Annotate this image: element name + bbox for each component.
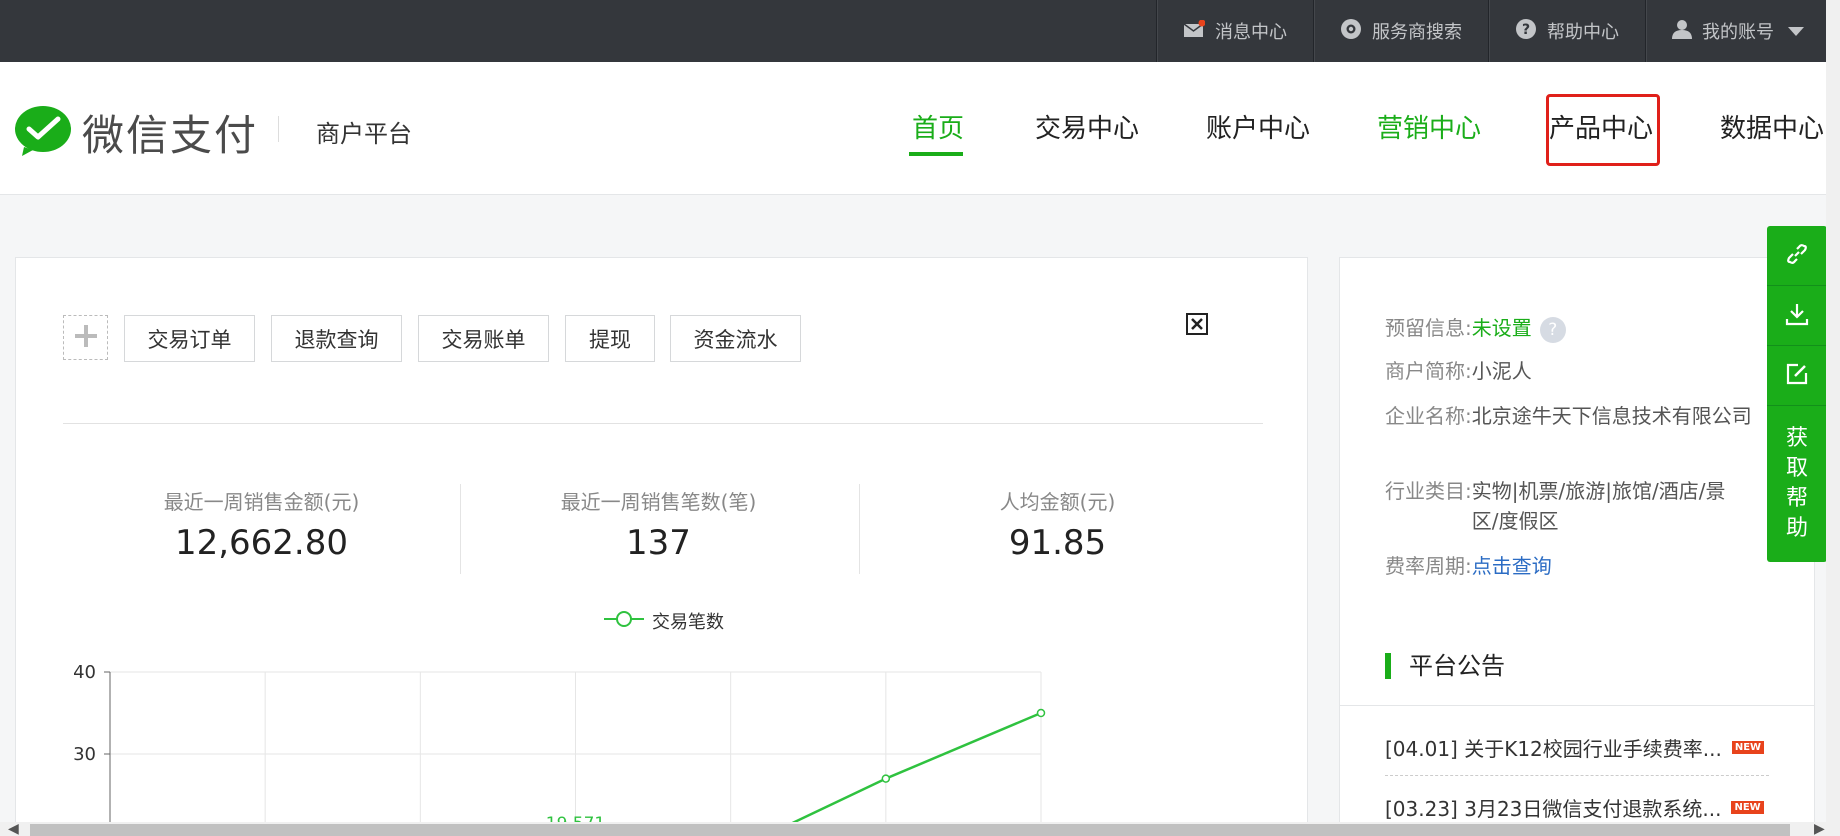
notice-item[interactable]: [04.01] 关于K12校园行业手续费率... NEW: [1385, 733, 1775, 762]
nav-home[interactable]: 首页: [912, 108, 964, 145]
header: 微信支付 商户平台 首页 交易中心 账户中心 营销中心 产品中心 数据中心: [0, 62, 1840, 195]
chevron-down-icon: [1788, 26, 1804, 36]
help-circle-icon[interactable]: ?: [1539, 316, 1566, 343]
my-account-label: 我的账号: [1702, 22, 1774, 43]
top-bar: 消息中心 服务商搜索 ? 帮助中心 我的账号: [0, 0, 1840, 62]
get-help-char: 助: [1785, 516, 1808, 541]
rate-period-link[interactable]: 点击查询: [1472, 551, 1752, 581]
nav-account-center[interactable]: 账户中心: [1206, 108, 1310, 145]
logo-text: 微信支付: [82, 111, 259, 160]
wechat-pay-logo-icon: [14, 105, 72, 161]
notice-text: [04.01] 关于K12校园行业手续费率...: [1385, 737, 1722, 761]
y-tick-label: 30: [73, 744, 96, 765]
my-account-menu[interactable]: 我的账号: [1645, 0, 1830, 62]
company-name-row: 企业名称: 北京途牛天下信息技术有限公司: [1385, 401, 1752, 431]
industry-value: 实物|机票/旅游|旅馆/酒店/景区/度假区: [1471, 479, 1726, 533]
link-icon: [1784, 241, 1810, 271]
nav-marketing-center[interactable]: 营销中心: [1377, 108, 1481, 145]
y-tick-label: 40: [73, 662, 96, 683]
nav-data-center[interactable]: 数据中心: [1720, 108, 1824, 145]
notice-text: [03.23] 3月23日微信支付退款系统...: [1385, 797, 1722, 821]
help-center-label: 帮助中心: [1547, 22, 1619, 43]
notice-title: 平台公告: [1385, 653, 1505, 679]
scroll-left-icon[interactable]: ◀: [8, 822, 19, 836]
scroll-right-icon[interactable]: ▶: [1814, 822, 1825, 836]
svg-text:?: ?: [1522, 22, 1530, 38]
company-name-label: 企业名称:: [1385, 404, 1472, 428]
provider-search-label: 服务商搜索: [1372, 22, 1462, 43]
user-icon: [1672, 19, 1692, 44]
download-icon: [1784, 301, 1810, 331]
rate-period-row: 费率周期: 点击查询: [1385, 551, 1752, 581]
wechat-pay-logo[interactable]: 微信支付: [14, 102, 258, 163]
link-button[interactable]: [1767, 226, 1827, 286]
download-button[interactable]: [1767, 286, 1827, 346]
mail-icon: [1183, 19, 1206, 43]
floating-toolbar: 获 取 帮 助: [1767, 226, 1827, 562]
help-center-link[interactable]: ? 帮助中心: [1488, 0, 1645, 62]
top-bar-items: 消息中心 服务商搜索 ? 帮助中心 我的账号: [1156, 0, 1830, 62]
reserve-info-link[interactable]: 未设置: [1472, 316, 1532, 340]
merchant-abbr-label: 商户简称:: [1385, 359, 1472, 383]
get-help-button[interactable]: 获 取 帮 助: [1767, 406, 1827, 562]
divider: [1385, 775, 1769, 776]
logo-divider: [278, 116, 279, 142]
highlight-box: [1546, 94, 1660, 166]
new-badge: NEW: [1731, 741, 1765, 754]
divider: [1340, 705, 1814, 706]
merchant-abbr-row: 商户简称: 小泥人: [1385, 356, 1752, 386]
message-center-link[interactable]: 消息中心: [1156, 0, 1313, 62]
merchant-abbr-value: 小泥人: [1471, 359, 1532, 383]
main-panel: 交易订单 退款查询 交易账单 提现 资金流水 最近一周销售金额(元) 12,66…: [15, 257, 1308, 836]
edit-icon: [1784, 361, 1810, 391]
transaction-count-chart: 304019.571: [73, 662, 1046, 836]
nav-active-underline: [909, 152, 963, 156]
reserve-info-row: 预留信息: 未设置?: [1385, 313, 1752, 343]
series-point: [1036, 708, 1046, 718]
search-circle-icon: [1340, 18, 1362, 45]
merchant-info-panel: 预留信息: 未设置? 商户简称: 小泥人 企业名称: 北京途牛天下信息技术有限公…: [1339, 257, 1815, 836]
scrollbar-thumb[interactable]: [30, 824, 1790, 836]
notice-item[interactable]: [03.23] 3月23日微信支付退款系统... NEW: [1385, 793, 1775, 822]
vertical-scrollbar[interactable]: [1826, 0, 1840, 822]
get-help-char: 取: [1785, 456, 1808, 481]
nav-transaction-center[interactable]: 交易中心: [1035, 108, 1139, 145]
get-help-char: 获: [1785, 426, 1808, 451]
provider-search-link[interactable]: 服务商搜索: [1313, 0, 1488, 62]
platform-title: 商户平台: [316, 120, 412, 148]
horizontal-scrollbar[interactable]: ◀ ▶: [0, 822, 1840, 836]
question-icon: ?: [1515, 18, 1537, 45]
new-badge: NEW: [1731, 801, 1764, 814]
message-center-label: 消息中心: [1215, 22, 1287, 43]
edit-button[interactable]: [1767, 346, 1827, 406]
industry-row: 行业类目: 实物|机票/旅游|旅馆/酒店/景区/度假区: [1385, 476, 1752, 536]
reserve-info-label: 预留信息:: [1385, 316, 1472, 340]
get-help-char: 帮: [1785, 486, 1808, 511]
company-name-value: 北京途牛天下信息技术有限公司: [1471, 404, 1752, 428]
reserve-info-value: 未设置?: [1472, 313, 1752, 343]
series-point: [881, 774, 891, 783]
rate-period-label: 费率周期:: [1385, 554, 1472, 578]
industry-label: 行业类目:: [1385, 479, 1472, 503]
